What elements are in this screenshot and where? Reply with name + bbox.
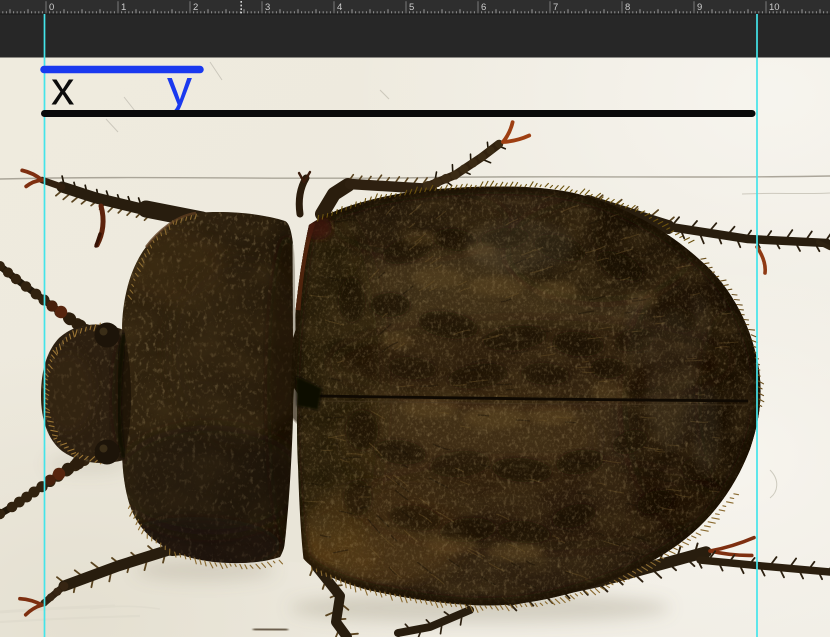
svg-text:0: 0	[49, 2, 54, 13]
svg-text:1: 1	[121, 2, 126, 13]
svg-text:x: x	[51, 62, 75, 115]
svg-text:8: 8	[625, 2, 630, 13]
svg-text:6: 6	[481, 2, 486, 13]
svg-text:y: y	[167, 60, 192, 116]
svg-text:2: 2	[193, 2, 198, 13]
svg-text:4: 4	[337, 2, 342, 13]
svg-text:7: 7	[553, 2, 558, 13]
svg-text:9: 9	[697, 2, 702, 13]
svg-text:3: 3	[265, 2, 270, 13]
svg-text:5: 5	[409, 2, 414, 13]
svg-text:10: 10	[769, 2, 780, 13]
